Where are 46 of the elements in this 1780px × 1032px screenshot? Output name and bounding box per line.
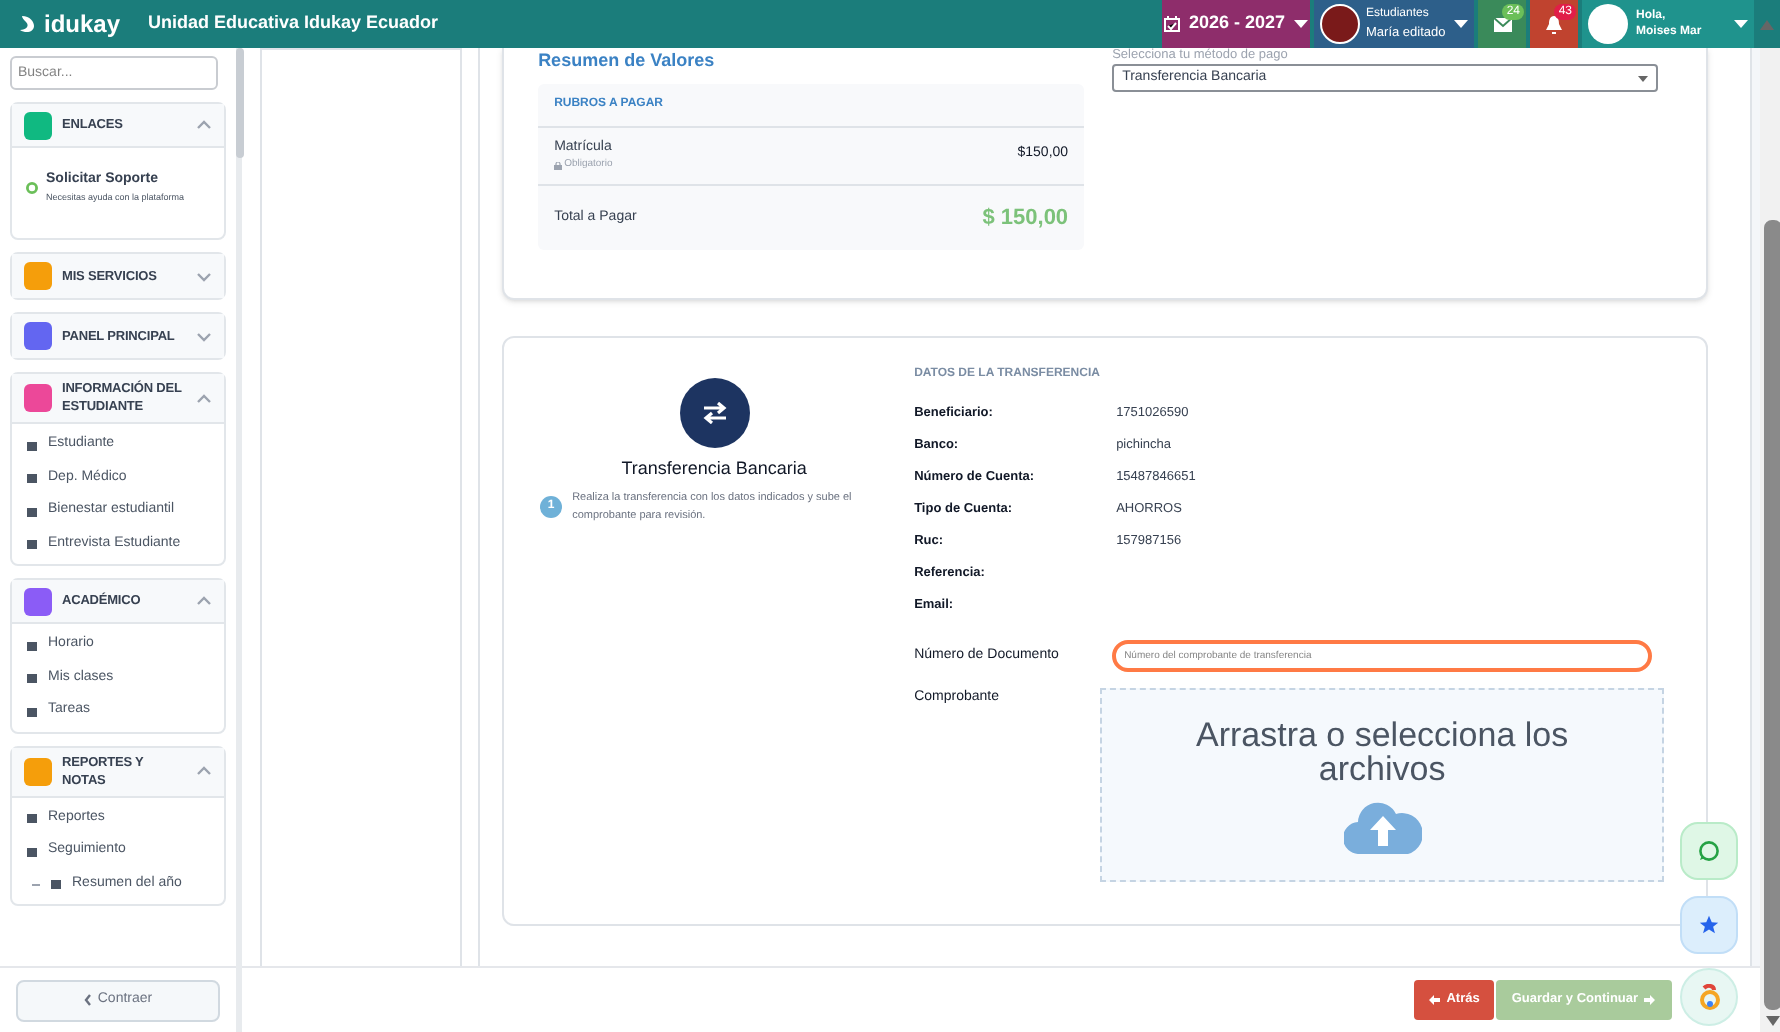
avatar-icon	[1320, 4, 1360, 44]
bell-icon	[1546, 15, 1562, 33]
total-amount: $ 150,00	[982, 203, 1069, 233]
sidebar-scrollbar[interactable]	[236, 48, 244, 158]
chevron-up-icon	[196, 393, 212, 404]
whatsapp-button[interactable]	[1680, 822, 1738, 880]
caret-icon	[1454, 20, 1468, 28]
method-title: Transferencia Bancaria	[621, 456, 807, 482]
scroll-down-icon[interactable]	[1766, 1016, 1780, 1026]
logo-icon	[18, 14, 36, 34]
item-icon	[26, 639, 38, 651]
chevron-up-icon	[196, 120, 212, 130]
item-icon	[26, 672, 38, 684]
caret-icon	[1734, 20, 1748, 28]
arrow-right-icon	[1644, 994, 1657, 1006]
chevron-up-icon	[196, 596, 212, 607]
school-name: Unidad Educativa Idukay Ecuador	[148, 10, 439, 37]
calendar-icon	[1164, 16, 1181, 32]
chevron-left-icon	[83, 994, 92, 1006]
item-icon	[26, 472, 38, 484]
chevron-down-icon	[196, 331, 212, 342]
item-icon	[26, 505, 38, 517]
lock-icon	[554, 161, 563, 170]
item-icon	[26, 812, 38, 824]
app-logo: idukay	[44, 8, 121, 42]
item-icon	[26, 439, 38, 451]
avatar-icon	[1588, 4, 1628, 44]
item-icon	[50, 878, 62, 890]
favorites-button[interactable]	[1680, 896, 1738, 954]
item-icon	[26, 845, 38, 857]
star-icon	[1698, 914, 1720, 936]
cloud-upload-icon	[1343, 798, 1422, 854]
caret-icon	[1293, 20, 1308, 28]
chevron-up-icon	[196, 766, 212, 777]
school-year-button[interactable]: 2026 - 2027	[1162, 0, 1310, 48]
item-icon	[26, 705, 38, 717]
transfer-icon	[679, 378, 750, 448]
caret-icon	[1638, 75, 1649, 81]
envelope-icon	[1493, 17, 1511, 31]
item-icon	[26, 538, 38, 550]
page-scrollbar[interactable]	[1764, 220, 1780, 1010]
arrow-left-icon	[1428, 994, 1441, 1006]
assistant-logo-icon	[1697, 984, 1721, 1010]
chevron-down-icon	[196, 271, 212, 282]
file-dropzone[interactable]: Arrastra o selecciona los archivos	[1100, 688, 1665, 882]
section-title: Resumen de Valores	[538, 48, 717, 74]
